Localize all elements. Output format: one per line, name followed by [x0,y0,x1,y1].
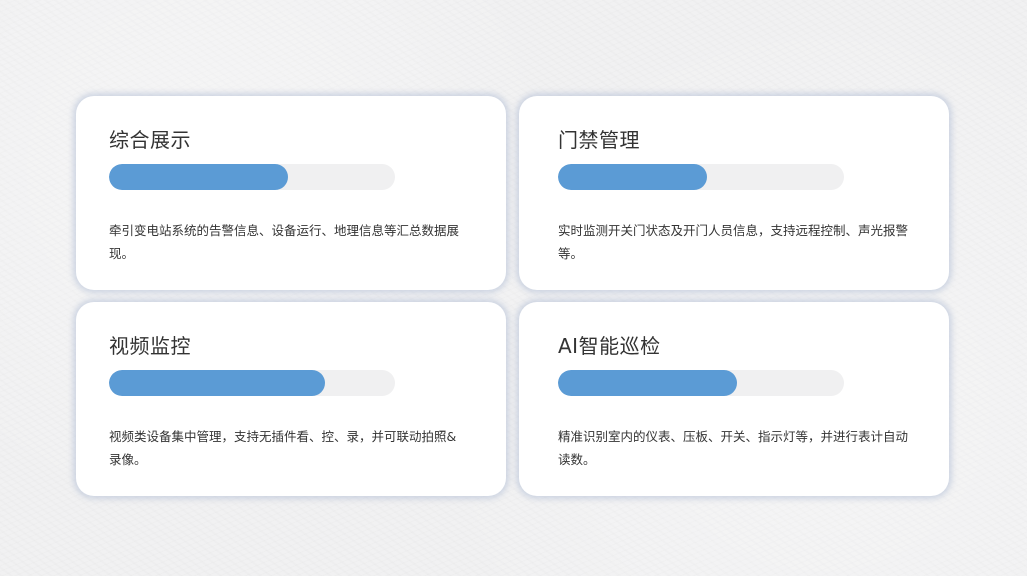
progress-track [558,370,844,396]
card-video-monitoring[interactable]: 视频监控 视频类设备集中管理，支持无插件看、控、录，并可联动拍照&录像。 [76,302,506,496]
progress-fill [558,370,737,396]
progress-fill [558,164,707,190]
card-title: 门禁管理 [558,128,640,152]
card-title: AI智能巡检 [558,334,661,358]
progress-track [558,164,844,190]
card-comprehensive-display[interactable]: 综合展示 牵引变电站系统的告警信息、设备运行、地理信息等汇总数据展现。 [76,96,506,290]
progress-track [109,370,395,396]
card-title: 综合展示 [109,128,191,152]
card-description: 牵引变电站系统的告警信息、设备运行、地理信息等汇总数据展现。 [109,223,460,261]
card-description: 精准识别室内的仪表、压板、开关、指示灯等，并进行表计自动读数。 [558,429,909,467]
progress-track [109,164,395,190]
card-title: 视频监控 [109,334,191,358]
progress-fill [109,164,288,190]
card-description: 实时监测开关门状态及开门人员信息，支持远程控制、声光报警等。 [558,223,909,261]
card-description: 视频类设备集中管理，支持无插件看、控、录，并可联动拍照&录像。 [109,429,457,467]
progress-fill [109,370,325,396]
card-access-control[interactable]: 门禁管理 实时监测开关门状态及开门人员信息，支持远程控制、声光报警等。 [519,96,949,290]
card-ai-inspection[interactable]: AI智能巡检 精准识别室内的仪表、压板、开关、指示灯等，并进行表计自动读数。 [519,302,949,496]
